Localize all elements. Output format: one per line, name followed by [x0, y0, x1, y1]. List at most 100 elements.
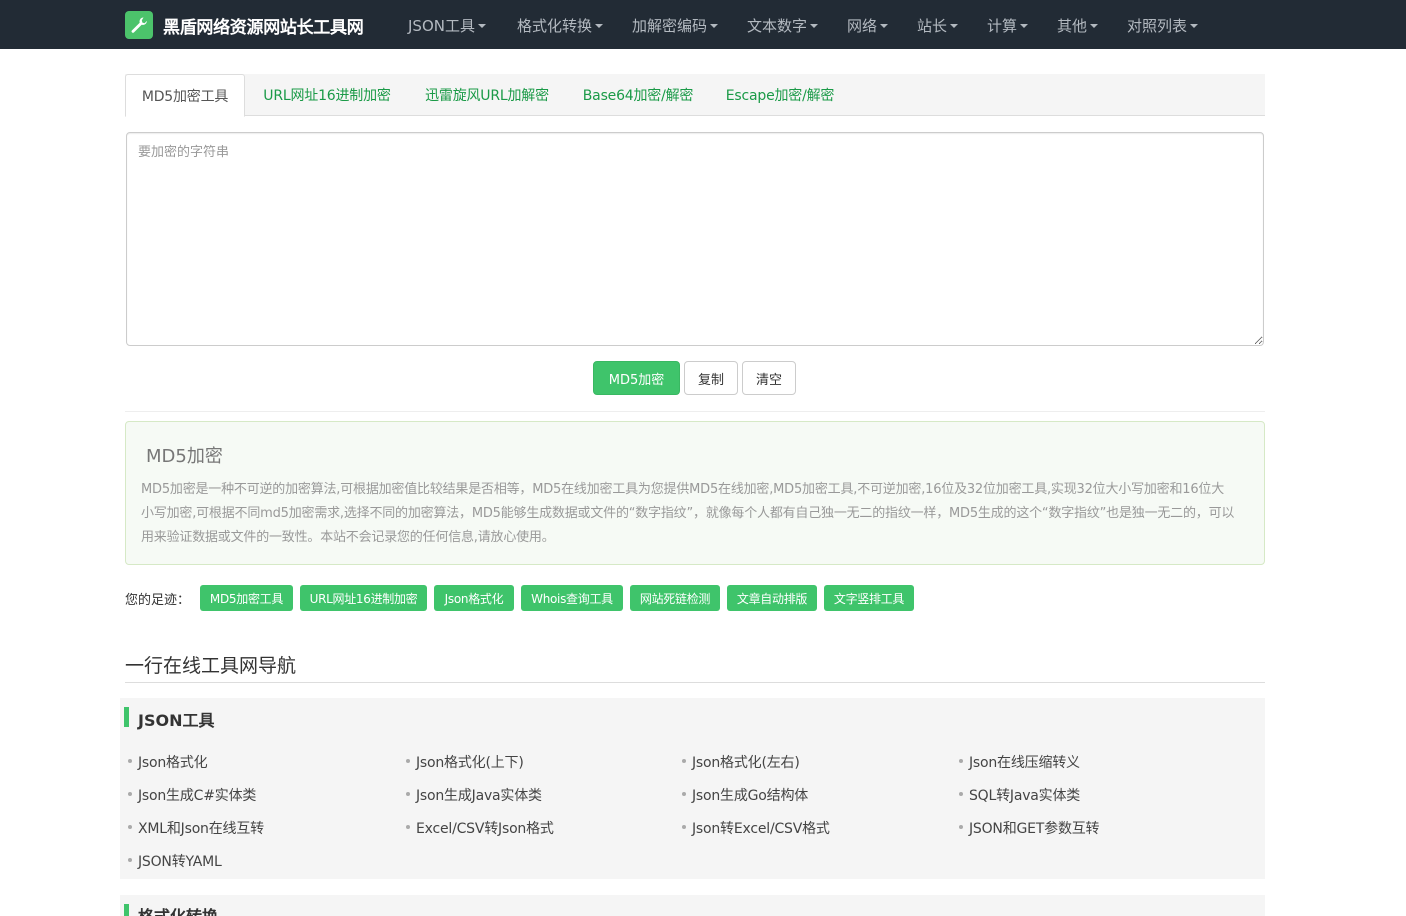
footprint-tag[interactable]: Json格式化: [434, 585, 514, 611]
nav-menu-label: 加解密编码: [632, 16, 708, 35]
footprint-tag[interactable]: Whois查询工具: [521, 585, 623, 611]
bullet-icon: [682, 825, 686, 829]
tool-link[interactable]: Json在线压缩转义: [959, 752, 1080, 772]
caret-down-icon: [1090, 24, 1099, 28]
tool-link-label: XML和Json在线互转: [138, 821, 264, 837]
tool-link-label: Json生成C#实体类: [138, 788, 257, 804]
nav-menu-json[interactable]: JSON工具: [408, 14, 486, 36]
bullet-icon: [128, 825, 132, 829]
nav-menu-label: 站长: [917, 16, 948, 35]
footprint-tag[interactable]: 网站死链检测: [630, 585, 720, 611]
caret-down-icon: [1020, 24, 1029, 28]
brand-title: 黑盾网络资源网站长工具网: [163, 17, 364, 38]
footprint-tag[interactable]: URL网址16进制加密: [300, 585, 427, 611]
tab-thunder-url[interactable]: 迅雷旋风URL加解密: [415, 74, 559, 116]
tool-link-label: Json转Excel/CSV格式: [692, 821, 830, 837]
caret-down-icon: [950, 24, 959, 28]
category-panel-format: 格式化转换: [120, 895, 1265, 916]
nav-menu-text[interactable]: 文本数字: [747, 14, 819, 36]
tool-link[interactable]: Excel/CSV转Json格式: [406, 818, 554, 838]
tool-link[interactable]: XML和Json在线互转: [128, 818, 264, 838]
bullet-icon: [128, 792, 132, 796]
tab-escape[interactable]: Escape加密/解密: [717, 74, 843, 116]
tool-link-label: Json格式化: [138, 755, 208, 771]
nav-menu-other[interactable]: 其他: [1057, 14, 1099, 36]
caret-down-icon: [710, 24, 719, 28]
bullet-icon: [128, 759, 132, 763]
info-description: MD5加密是一种不可逆的加密算法,可根据加密值比较结果是否相等，MD5在线加密工…: [141, 482, 1235, 545]
info-title: MD5加密: [146, 446, 223, 467]
nav-menu-format[interactable]: 格式化转换: [517, 14, 604, 36]
tab-url-hex[interactable]: URL网址16进制加密: [253, 74, 401, 116]
tool-link-label: SQL转Java实体类: [969, 788, 1081, 804]
footprint-label: 您的足迹：: [125, 593, 191, 608]
bullet-icon: [406, 792, 410, 796]
wrench-icon: [125, 11, 153, 39]
category-panel-json: JSON工具 Json格式化 Json格式化(上下) Json格式化(左右) J…: [120, 698, 1265, 879]
tool-link-label: Json生成Go结构体: [692, 788, 809, 804]
caret-down-icon: [880, 24, 889, 28]
tab-base64[interactable]: Base64加密/解密: [573, 74, 703, 116]
divider: [125, 682, 1265, 683]
tool-link[interactable]: Json格式化(上下): [406, 752, 524, 772]
bullet-icon: [406, 759, 410, 763]
caret-down-icon: [477, 24, 486, 28]
category-accent-bar: [124, 707, 129, 727]
tool-link-label: Excel/CSV转Json格式: [416, 821, 554, 837]
bullet-icon: [959, 792, 963, 796]
nav-menu-crypto[interactable]: 加解密编码: [632, 14, 719, 36]
category-title: JSON工具: [138, 711, 215, 730]
caret-down-icon: [810, 24, 819, 28]
nav-menu-label: 其他: [1057, 16, 1088, 35]
md5-info-panel: MD5加密 MD5加密是一种不可逆的加密算法,可根据加密值比较结果是否相等，MD…: [125, 421, 1265, 565]
tool-link-label: Json格式化(左右): [692, 755, 800, 771]
caret-down-icon: [1190, 24, 1199, 28]
nav-menu-label: JSON工具: [408, 16, 475, 35]
tab-md5[interactable]: MD5加密工具: [125, 74, 245, 117]
nav-menu-label: 对照列表: [1127, 16, 1188, 35]
footprint-tag[interactable]: MD5加密工具: [200, 585, 293, 611]
section-title: 一行在线工具网导航: [125, 655, 297, 677]
clear-button[interactable]: 清空: [742, 361, 796, 395]
top-navbar: 黑盾网络资源网站长工具网 JSON工具 格式化转换 加解密编码 文本数字 网络 …: [0, 0, 1406, 49]
bullet-icon: [959, 825, 963, 829]
footprint-tag[interactable]: 文章自动排版: [727, 585, 817, 611]
nav-menu-webmaster[interactable]: 站长: [917, 14, 959, 36]
tool-link[interactable]: Json生成Java实体类: [406, 785, 542, 805]
bullet-icon: [682, 792, 686, 796]
category-title: 格式化转换: [138, 903, 218, 916]
tool-link-label: Json生成Java实体类: [416, 788, 542, 804]
tool-link-label: JSON转YAML: [138, 854, 222, 870]
tool-link[interactable]: Json生成C#实体类: [128, 785, 256, 805]
nav-menu-network[interactable]: 网络: [847, 14, 889, 36]
nav-menu-label: 网络: [847, 16, 878, 35]
tool-tabs: MD5加密工具 URL网址16进制加密 迅雷旋风URL加解密 Base64加密/…: [125, 74, 1265, 117]
tool-link[interactable]: JSON和GET参数互转: [959, 818, 1100, 838]
copy-button[interactable]: 复制: [684, 361, 738, 395]
md5-encrypt-button[interactable]: MD5加密: [593, 361, 680, 395]
nav-menu-label: 文本数字: [747, 16, 808, 35]
divider: [125, 411, 1265, 412]
tool-link[interactable]: Json生成Go结构体: [682, 785, 808, 805]
tool-link[interactable]: Json格式化(左右): [682, 752, 800, 772]
category-accent-bar: [124, 904, 129, 916]
bullet-icon: [959, 759, 963, 763]
bullet-icon: [682, 759, 686, 763]
bullet-icon: [128, 858, 132, 862]
bullet-icon: [406, 825, 410, 829]
tool-link-label: Json格式化(上下): [416, 755, 524, 771]
nav-menu-calc[interactable]: 计算: [987, 14, 1029, 36]
brand[interactable]: 黑盾网络资源网站长工具网: [125, 11, 364, 39]
footprint-tag[interactable]: 文字竖排工具: [824, 585, 914, 611]
tool-link-label: Json在线压缩转义: [969, 755, 1080, 771]
tool-link-label: JSON和GET参数互转: [969, 821, 1100, 837]
tool-link[interactable]: Json格式化: [128, 752, 208, 772]
nav-menu-label: 格式化转换: [517, 16, 593, 35]
tool-link[interactable]: Json转Excel/CSV格式: [682, 818, 830, 838]
md5-input[interactable]: [126, 132, 1264, 346]
nav-menu-label: 计算: [987, 16, 1018, 35]
tool-link[interactable]: JSON转YAML: [128, 851, 222, 871]
tool-link[interactable]: SQL转Java实体类: [959, 785, 1080, 805]
caret-down-icon: [595, 24, 604, 28]
nav-menu-reference[interactable]: 对照列表: [1127, 14, 1199, 36]
